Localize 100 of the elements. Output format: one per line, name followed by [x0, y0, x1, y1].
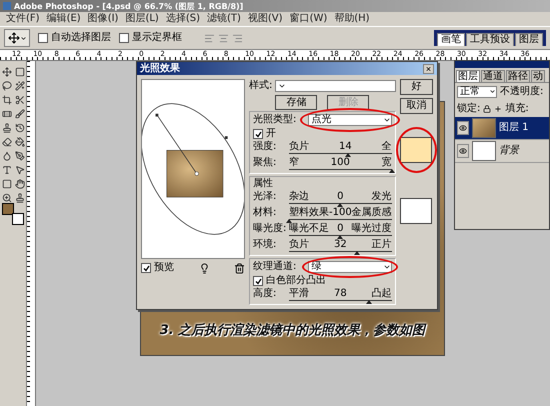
move-icon[interactable] — [2, 67, 12, 77]
slider-min-label: 负片 — [289, 141, 309, 152]
window-title: Adobe Photoshop - [4.psd @ 66.7% (图层 1, RGB/8)] — [14, 0, 244, 12]
checkbox-label: 自动选择图层 — [51, 32, 111, 44]
menu-item[interactable]: 编辑(E) — [46, 13, 81, 25]
layer-name: 图层 1 — [499, 122, 529, 134]
checkmark-icon — [254, 278, 262, 284]
slider-max-label: 发光 — [372, 191, 392, 202]
field-label: 纹理通道: — [253, 261, 296, 273]
light-preview-drawing[interactable] — [141, 79, 245, 259]
checkbox-label: 开 — [266, 128, 276, 140]
checkbox[interactable] — [38, 33, 48, 43]
palette-tab[interactable]: 图层 — [515, 33, 543, 46]
slider-max-label: 全 — [382, 141, 392, 152]
blend-mode-dropdown[interactable]: 正常 — [457, 86, 497, 98]
menu-item[interactable]: 窗口(W) — [290, 13, 328, 25]
slider-thumb[interactable] — [388, 169, 395, 173]
dialog-title: 光照效果 — [140, 62, 180, 74]
light-type-dropdown[interactable]: 点光 — [308, 114, 392, 126]
slider-label: 光泽: — [253, 191, 278, 203]
slider-value: 14 — [338, 141, 352, 152]
trash-icon[interactable] — [234, 262, 245, 274]
menu-item[interactable]: 文件(F) — [6, 13, 40, 25]
checkbox[interactable] — [253, 276, 263, 286]
marquee-icon[interactable] — [14, 67, 24, 77]
menu-item[interactable]: 图层(L) — [125, 13, 159, 25]
wand-icon[interactable] — [14, 81, 24, 91]
slider-thumb[interactable] — [344, 153, 351, 157]
hand-icon[interactable] — [14, 179, 24, 189]
layer-name: 背景 — [499, 145, 519, 157]
pointer-icon[interactable] — [14, 165, 24, 175]
menu-item[interactable]: 视图(V) — [248, 13, 283, 25]
lock-icon[interactable] — [483, 104, 492, 112]
zoom-icon[interactable] — [2, 193, 12, 203]
history-icon[interactable] — [14, 123, 24, 133]
visibility-toggle[interactable] — [457, 121, 469, 135]
slider-thumb[interactable] — [366, 300, 372, 304]
palette-tab[interactable]: 画笔 — [437, 33, 465, 46]
droplet-icon[interactable] — [2, 151, 12, 161]
dialog-button[interactable]: 取消 — [400, 98, 433, 114]
rectangle-icon[interactable] — [2, 179, 12, 189]
slider-thumb[interactable] — [286, 219, 292, 223]
pen-icon[interactable] — [14, 151, 24, 161]
bandage-icon[interactable] — [2, 109, 12, 119]
field-label: 光照类型: — [253, 114, 296, 126]
slider-thumb[interactable] — [337, 203, 344, 207]
close-button[interactable]: × — [423, 64, 434, 74]
light-color-swatch[interactable] — [400, 137, 432, 163]
panel-tab[interactable]: 图层 — [456, 70, 480, 82]
checkbox[interactable] — [253, 129, 263, 139]
stamp-icon[interactable] — [14, 193, 24, 203]
panel-tab[interactable]: 通道 — [481, 70, 505, 82]
caret-icon — [20, 34, 26, 42]
panel-tab[interactable]: 路径 — [506, 70, 530, 82]
slider-min-label: 窄 — [289, 157, 299, 168]
scissors-icon[interactable] — [14, 95, 24, 105]
slider-label: 曝光度: — [253, 223, 288, 235]
menu-item[interactable]: 图像(I) — [88, 13, 118, 25]
dialog-button[interactable]: 存储 — [275, 94, 318, 110]
slider-min-label: 杂边 — [289, 191, 309, 202]
caption: 3. 之后执行渲染滤镜中的光照效果，参数如图 — [160, 322, 426, 339]
checkmark-icon — [254, 130, 262, 138]
checkbox[interactable] — [141, 263, 151, 273]
slider-thumb[interactable] — [337, 235, 344, 239]
lasso-icon[interactable] — [2, 81, 12, 91]
eye-icon — [459, 147, 467, 155]
slider-thumb[interactable] — [354, 251, 360, 255]
visibility-toggle[interactable] — [457, 144, 469, 158]
slider-min-label: 平滑 — [289, 288, 309, 299]
foreground-color-swatch[interactable] — [2, 203, 14, 215]
panel-tab[interactable]: 动 — [531, 70, 545, 82]
slider-min-label: 曝光不足 — [289, 223, 329, 234]
layer-row[interactable]: 背景 — [455, 140, 549, 163]
menu-item[interactable]: 滤镜(T) — [206, 13, 241, 25]
checkbox[interactable] — [119, 33, 129, 43]
texture-channel-dropdown[interactable]: 绿 — [308, 261, 392, 273]
material-color-swatch[interactable] — [400, 198, 432, 224]
style-dropdown[interactable] — [275, 80, 396, 92]
brush-icon[interactable] — [14, 109, 24, 119]
crop-icon[interactable] — [2, 95, 12, 105]
slider-label: 材料: — [253, 207, 278, 219]
menu-item[interactable]: 帮助(H) — [334, 13, 370, 25]
field-label: 不透明度: — [500, 86, 544, 98]
palette-tab[interactable]: 工具预设 — [466, 33, 514, 46]
stamp-icon[interactable] — [2, 123, 12, 133]
layer-row[interactable]: 图层 1 — [455, 117, 549, 140]
layer-thumbnail — [472, 141, 496, 161]
lightbulb-icon[interactable] — [198, 262, 210, 274]
field-label: 填充: — [505, 102, 529, 114]
group-title: 属性 — [253, 178, 274, 190]
plus-icon[interactable] — [494, 104, 502, 112]
bucket-icon[interactable] — [14, 137, 24, 147]
background-color-swatch[interactable] — [12, 213, 24, 225]
slider-max-label: 宽 — [382, 157, 392, 168]
slider-max-label: 正片 — [372, 239, 392, 250]
eraser-icon[interactable] — [2, 137, 12, 147]
tool-preset-button[interactable] — [4, 29, 30, 47]
dialog-button[interactable]: 好 — [400, 79, 433, 95]
text-icon[interactable] — [2, 165, 12, 175]
menu-item[interactable]: 选择(S) — [166, 13, 200, 25]
